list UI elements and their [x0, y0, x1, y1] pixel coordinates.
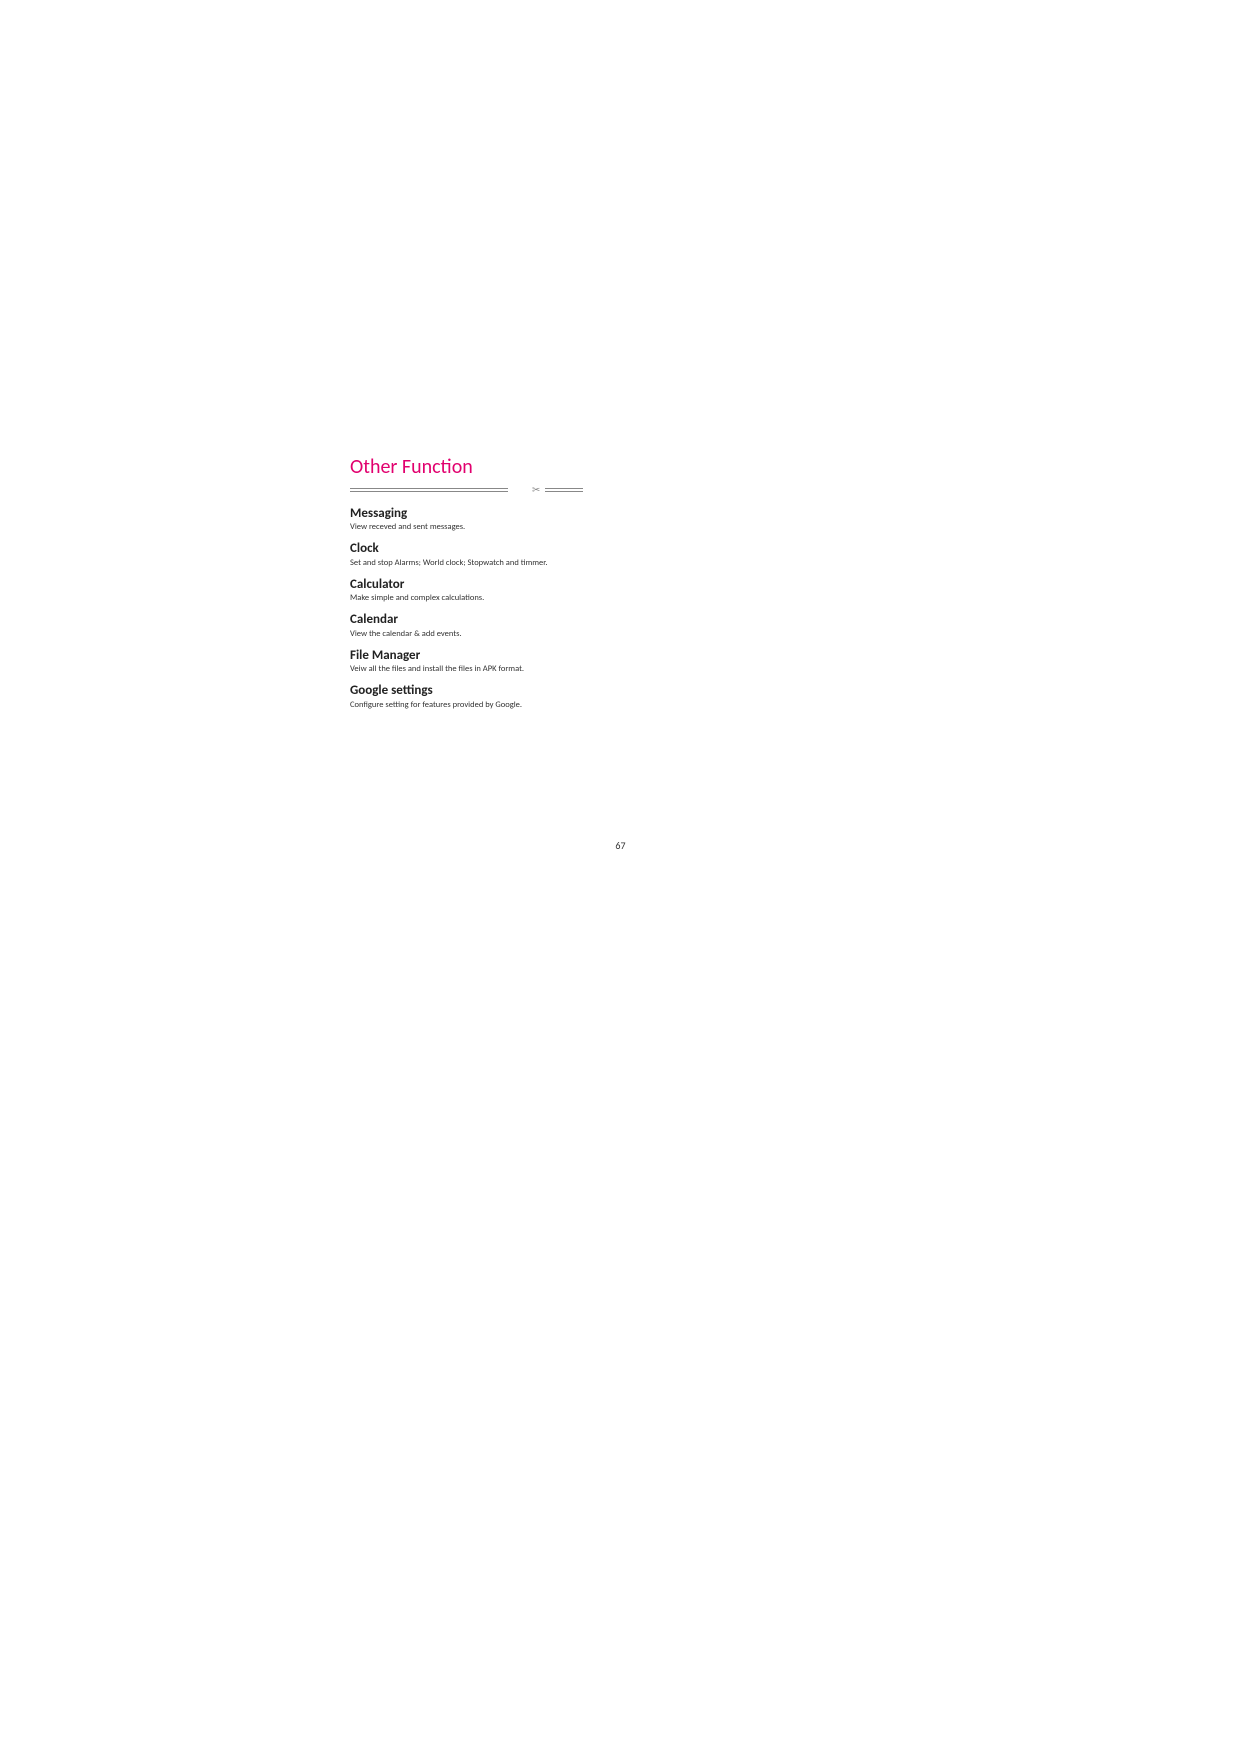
- section-calendar: Calendar View the calendar & add events.: [350, 613, 580, 638]
- section-desc: View the calendar & add events.: [350, 629, 580, 639]
- section-heading: Calculator: [350, 578, 580, 592]
- section-desc: Make simple and complex calculations.: [350, 593, 580, 603]
- document-page: Other Function ✂ Messaging View receved …: [350, 455, 580, 720]
- page-title: Other Function: [350, 455, 580, 479]
- section-heading: Messaging: [350, 507, 580, 521]
- scissors-icon: ✂: [532, 483, 540, 496]
- section-desc: View receved and sent messages.: [350, 522, 580, 532]
- divider-line-left: [350, 488, 508, 492]
- page-number: 67: [0, 839, 1241, 852]
- section-desc: Veiw all the files and install the files…: [350, 664, 580, 674]
- title-divider: ✂: [350, 485, 583, 493]
- section-desc: Set and stop Alarms; World clock; Stopwa…: [350, 558, 580, 568]
- section-heading: Google settings: [350, 684, 580, 698]
- section-clock: Clock Set and stop Alarms; World clock; …: [350, 542, 580, 567]
- section-file-manager: File Manager Veiw all the files and inst…: [350, 649, 580, 674]
- section-desc: Configure setting for features provided …: [350, 700, 580, 710]
- section-messaging: Messaging View receved and sent messages…: [350, 507, 580, 532]
- section-google-settings: Google settings Configure setting for fe…: [350, 684, 580, 709]
- section-heading: File Manager: [350, 649, 580, 663]
- section-heading: Clock: [350, 542, 580, 556]
- divider-line-right: [545, 488, 583, 492]
- section-calculator: Calculator Make simple and complex calcu…: [350, 578, 580, 603]
- section-heading: Calendar: [350, 613, 580, 627]
